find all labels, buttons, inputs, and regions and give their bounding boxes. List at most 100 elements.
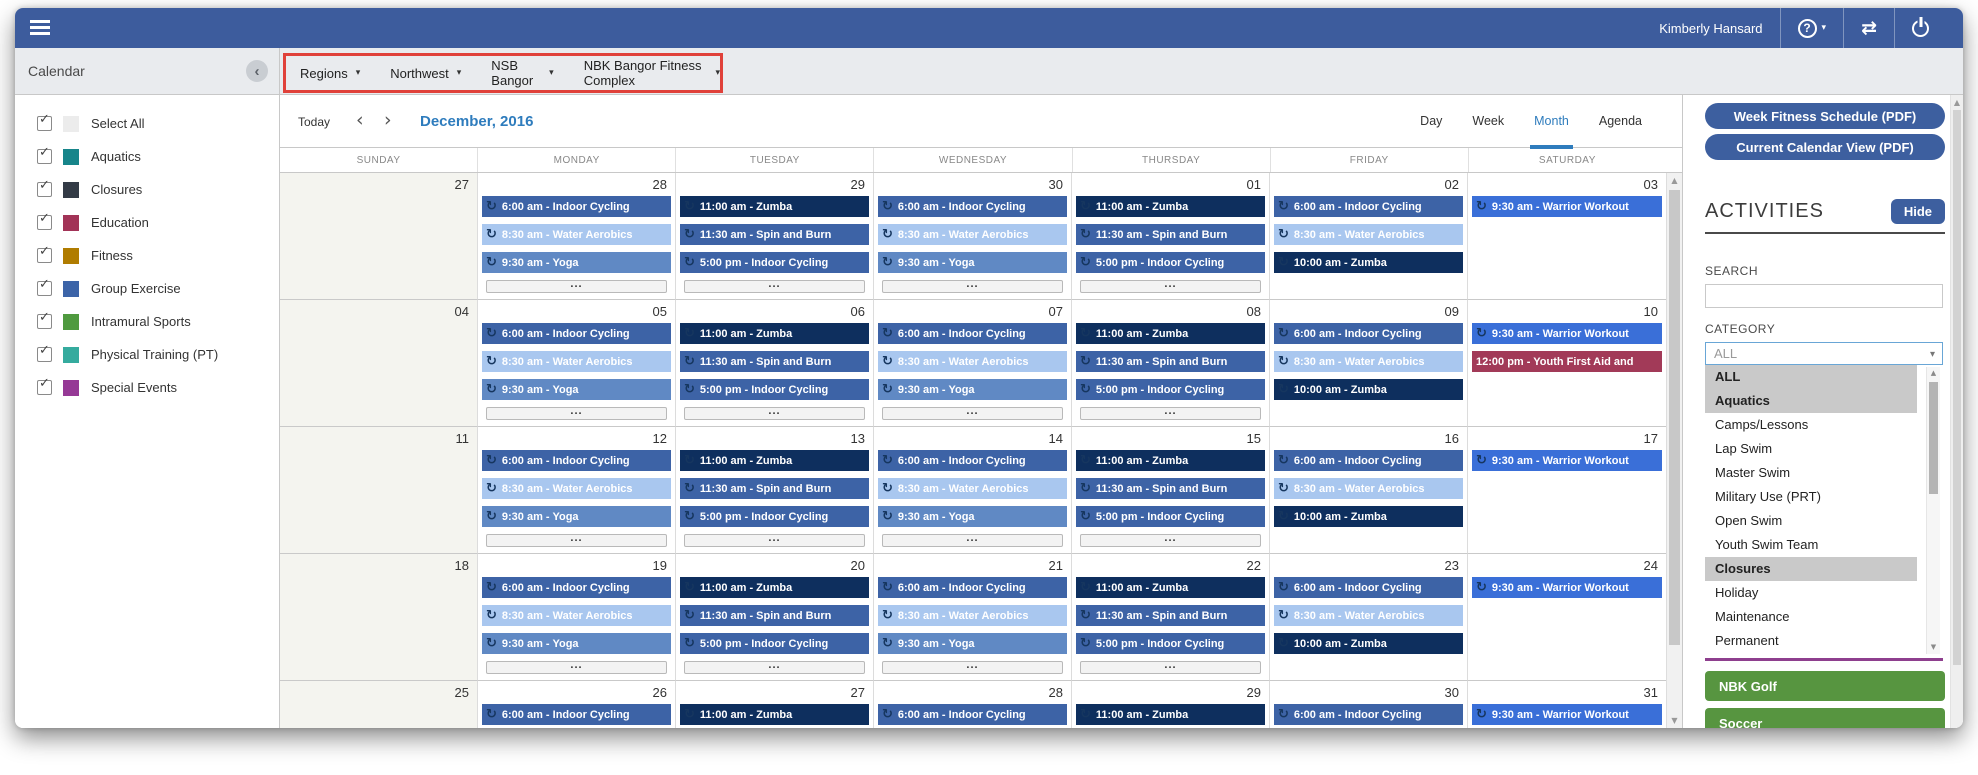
calendar-event[interactable]: ↻6:00 am - Indoor Cycling	[878, 323, 1067, 344]
calendar-event[interactable]: ↻9:30 am - Yoga	[878, 506, 1067, 527]
calendar-event[interactable]: ↻11:30 am - Spin and Burn	[680, 224, 869, 245]
more-events-button[interactable]: ...	[1080, 661, 1261, 674]
more-events-button[interactable]: ...	[1080, 280, 1261, 293]
more-events-button[interactable]: ...	[684, 534, 865, 547]
switch-account-icon[interactable]: ⇄	[1861, 19, 1877, 38]
calendar-event[interactable]: ↻5:00 pm - Indoor Cycling	[1076, 379, 1265, 400]
facility-button[interactable]: Soccer	[1705, 708, 1945, 728]
calendar-event[interactable]: ↻10:00 am - Zumba	[1274, 633, 1463, 654]
calendar-event[interactable]: ↻11:30 am - Spin and Burn	[680, 478, 869, 499]
more-events-button[interactable]: ...	[486, 407, 667, 420]
view-tab-agenda[interactable]: Agenda	[1599, 95, 1642, 147]
day-cell[interactable]: 14↻6:00 am - Indoor Cycling↻8:30 am - Wa…	[874, 427, 1072, 554]
checkbox[interactable]: ✓	[37, 314, 52, 329]
facility-button[interactable]: NBK Golf	[1705, 671, 1945, 701]
day-cell[interactable]: 18	[280, 554, 478, 681]
day-cell[interactable]: 29↻11:00 am - Zumba↻11:30 am - Spin and …	[1072, 681, 1270, 728]
day-cell[interactable]: 30↻6:00 am - Indoor Cycling↻8:30 am - Wa…	[1270, 681, 1468, 728]
day-cell[interactable]: 28↻6:00 am - Indoor Cycling↻8:30 am - Wa…	[478, 173, 676, 300]
day-cell[interactable]: 28↻6:00 am - Indoor Cycling↻8:30 am - Wa…	[874, 681, 1072, 728]
view-tab-week[interactable]: Week	[1472, 95, 1504, 147]
calendar-event[interactable]: ↻8:30 am - Water Aerobics	[1274, 351, 1463, 372]
calendar-event[interactable]: ↻6:00 am - Indoor Cycling	[482, 577, 671, 598]
day-cell[interactable]: 30↻6:00 am - Indoor Cycling↻8:30 am - Wa…	[874, 173, 1072, 300]
calendar-event[interactable]: ↻8:30 am - Water Aerobics	[1274, 224, 1463, 245]
category-dropdown[interactable]: ALL ▾	[1705, 342, 1943, 365]
calendar-filter-item[interactable]: ✓Special Events	[15, 371, 279, 404]
calendar-filter-item[interactable]: ✓Closures	[15, 173, 279, 206]
calendar-event[interactable]: ↻8:30 am - Water Aerobics	[1274, 605, 1463, 626]
day-cell[interactable]: 31↻9:30 am - Warrior Workout	[1468, 681, 1666, 728]
more-events-button[interactable]: ...	[684, 661, 865, 674]
calendar-event[interactable]: ↻6:00 am - Indoor Cycling	[1274, 577, 1463, 598]
day-cell[interactable]: 12↻6:00 am - Indoor Cycling↻8:30 am - Wa…	[478, 427, 676, 554]
calendar-event[interactable]: ↻6:00 am - Indoor Cycling	[878, 704, 1067, 725]
calendar-event[interactable]: ↻11:30 am - Spin and Burn	[1076, 605, 1265, 626]
pdf-export-button[interactable]: Current Calendar View (PDF)	[1705, 134, 1945, 160]
day-cell[interactable]: 10↻9:30 am - Warrior Workout12:00 pm - Y…	[1468, 300, 1666, 427]
day-cell[interactable]: 27↻11:00 am - Zumba↻11:30 am - Spin and …	[676, 681, 874, 728]
calendar-event[interactable]: ↻9:30 am - Yoga	[878, 633, 1067, 654]
calendar-event[interactable]: ↻9:30 am - Warrior Workout	[1472, 323, 1662, 344]
calendar-event[interactable]: ↻11:00 am - Zumba	[1076, 577, 1265, 598]
calendar-event[interactable]: ↻8:30 am - Water Aerobics	[1274, 478, 1463, 499]
scroll-down-icon[interactable]: ▼	[1667, 713, 1682, 728]
category-option[interactable]: Maintenance	[1705, 605, 1917, 629]
day-cell[interactable]: 06↻11:00 am - Zumba↻11:30 am - Spin and …	[676, 300, 874, 427]
day-cell[interactable]: 15↻11:00 am - Zumba↻11:30 am - Spin and …	[1072, 427, 1270, 554]
day-cell[interactable]: 11	[280, 427, 478, 554]
day-cell[interactable]: 20↻11:00 am - Zumba↻11:30 am - Spin and …	[676, 554, 874, 681]
more-events-button[interactable]: ...	[882, 280, 1063, 293]
calendar-filter-item[interactable]: ✓Education	[15, 206, 279, 239]
day-cell[interactable]: 22↻11:00 am - Zumba↻11:30 am - Spin and …	[1072, 554, 1270, 681]
scroll-up-icon[interactable]: ▲	[1951, 95, 1963, 110]
day-cell[interactable]: 19↻6:00 am - Indoor Cycling↻8:30 am - Wa…	[478, 554, 676, 681]
category-option[interactable]: ALL	[1705, 365, 1917, 389]
day-cell[interactable]: 26↻6:00 am - Indoor Cycling↻8:30 am - Wa…	[478, 681, 676, 728]
calendar-event[interactable]: ↻6:00 am - Indoor Cycling	[1274, 450, 1463, 471]
category-option[interactable]: Military Use (PRT)	[1705, 485, 1917, 509]
day-cell[interactable]: 23↻6:00 am - Indoor Cycling↻8:30 am - Wa…	[1270, 554, 1468, 681]
search-input[interactable]	[1705, 284, 1943, 308]
calendar-event[interactable]: ↻5:00 pm - Indoor Cycling	[1076, 252, 1265, 273]
view-tab-day[interactable]: Day	[1420, 95, 1442, 147]
scrollbar-thumb[interactable]	[1929, 382, 1938, 494]
checkbox[interactable]: ✓	[37, 215, 52, 230]
more-events-button[interactable]: ...	[486, 534, 667, 547]
calendar-event[interactable]: ↻9:30 am - Warrior Workout	[1472, 704, 1662, 725]
day-cell[interactable]: 29↻11:00 am - Zumba↻11:30 am - Spin and …	[676, 173, 874, 300]
more-events-button[interactable]: ...	[1080, 407, 1261, 420]
view-tab-month[interactable]: Month	[1534, 95, 1569, 147]
calendar-event[interactable]: ↻11:30 am - Spin and Burn	[1076, 351, 1265, 372]
calendar-event[interactable]: ↻5:00 pm - Indoor Cycling	[680, 252, 869, 273]
calendar-event[interactable]: ↻6:00 am - Indoor Cycling	[878, 450, 1067, 471]
calendar-event[interactable]: ↻8:30 am - Water Aerobics	[482, 478, 671, 499]
logout-power-icon[interactable]	[1912, 20, 1929, 37]
more-events-button[interactable]: ...	[882, 407, 1063, 420]
calendar-event[interactable]: ↻8:30 am - Water Aerobics	[482, 351, 671, 372]
category-option[interactable]: Holiday	[1705, 581, 1917, 605]
calendar-event[interactable]: ↻6:00 am - Indoor Cycling	[878, 577, 1067, 598]
help-icon[interactable]: ?	[1798, 19, 1817, 38]
calendar-event[interactable]: ↻11:00 am - Zumba	[1076, 704, 1265, 725]
category-list-scrollbar[interactable]: ▲ ▼	[1926, 367, 1940, 654]
checkbox[interactable]: ✓	[37, 347, 52, 362]
calendar-event[interactable]: ↻10:00 am - Zumba	[1274, 379, 1463, 400]
calendar-event[interactable]: ↻11:30 am - Spin and Burn	[1076, 478, 1265, 499]
calendar-event[interactable]: ↻9:30 am - Yoga	[482, 252, 671, 273]
calendar-filter-item[interactable]: ✓Group Exercise	[15, 272, 279, 305]
calendar-event[interactable]: ↻11:00 am - Zumba	[680, 323, 869, 344]
calendar-event[interactable]: ↻5:00 pm - Indoor Cycling	[1076, 633, 1265, 654]
checkbox[interactable]: ✓	[37, 182, 52, 197]
calendar-event[interactable]: ↻6:00 am - Indoor Cycling	[1274, 704, 1463, 725]
more-events-button[interactable]: ...	[486, 661, 667, 674]
day-cell[interactable]: 03↻9:30 am - Warrior Workout	[1468, 173, 1666, 300]
calendar-event[interactable]: ↻6:00 am - Indoor Cycling	[1274, 323, 1463, 344]
calendar-event[interactable]: ↻8:30 am - Water Aerobics	[482, 605, 671, 626]
hide-button[interactable]: Hide	[1891, 199, 1945, 224]
more-events-button[interactable]: ...	[882, 534, 1063, 547]
day-cell[interactable]: 24↻9:30 am - Warrior Workout	[1468, 554, 1666, 681]
more-events-button[interactable]: ...	[882, 661, 1063, 674]
previous-month-icon[interactable]: ‹	[356, 109, 364, 131]
calendar-event[interactable]: ↻9:30 am - Warrior Workout	[1472, 450, 1662, 471]
